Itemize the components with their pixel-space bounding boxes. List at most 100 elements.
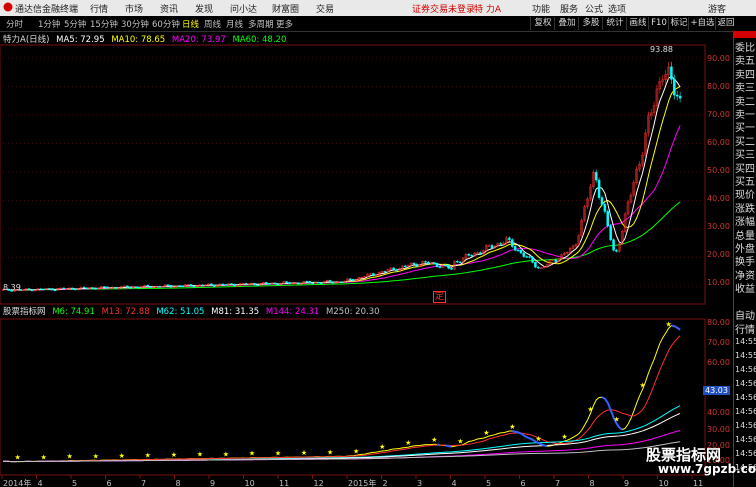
login-status[interactable]: 证券交易未登录	[412, 2, 475, 15]
menu-item[interactable]: 公式	[585, 2, 603, 15]
candle-body	[267, 283, 271, 285]
tick-time: 14:56	[735, 421, 756, 430]
candle-body	[317, 282, 320, 284]
statistics-button[interactable]: 统计	[602, 17, 627, 30]
indicator-down-segment	[529, 437, 533, 441]
indicator-down-segment	[604, 398, 609, 404]
tab-timeframe-active[interactable]: 日线	[182, 18, 199, 30]
tab-timeframe[interactable]: 分时	[6, 18, 23, 30]
menu-item[interactable]: 财富圈	[272, 2, 299, 15]
menu-item[interactable]: 市场	[125, 2, 143, 15]
star-marker: ★	[14, 454, 20, 462]
indicator-down-segment	[601, 396, 606, 400]
x-tick-label: 2015年	[348, 478, 376, 487]
tick-time: 14:56	[735, 379, 756, 388]
menu-item[interactable]: 问小达	[230, 2, 257, 15]
panel-tab[interactable]: 行情	[735, 321, 755, 336]
tab-timeframe[interactable]: 5分钟	[64, 18, 86, 30]
app-title: 通达信金融终端	[15, 5, 79, 15]
tick-time: 14:56	[735, 449, 756, 458]
current-value-badge: 43.03	[703, 386, 730, 395]
menu-item[interactable]: 服务	[560, 2, 578, 15]
x-tick-label: 10	[245, 479, 255, 487]
low-price-marker: 8.39	[3, 283, 21, 292]
panel-tab[interactable]: 自动	[735, 307, 755, 322]
x-tick-label: 6	[107, 479, 112, 487]
back-button[interactable]: 返回	[715, 17, 736, 30]
candle-body	[383, 271, 387, 273]
m62-label: M62: 51.05	[156, 307, 205, 317]
y-tick-label: 60.00	[707, 138, 730, 147]
indicator-down-segment	[615, 422, 621, 429]
candle-body	[94, 287, 97, 290]
tick-time: 14:56	[735, 365, 756, 374]
f10-button[interactable]: F10	[648, 17, 669, 30]
candle-body	[308, 281, 311, 284]
candle-body	[42, 288, 45, 291]
add-favorite-button[interactable]: +自选	[688, 17, 716, 30]
star-marker: ★	[145, 451, 151, 459]
x-tick-label: 12	[314, 479, 324, 487]
candle-body	[134, 286, 138, 288]
candle-body	[285, 281, 288, 283]
candle-body	[528, 256, 531, 258]
candle-body	[62, 287, 66, 290]
candle-body	[615, 249, 618, 252]
menu-item[interactable]: 功能	[532, 2, 550, 15]
fuquan-button[interactable]: 复权	[530, 17, 555, 30]
ind-y-tick-label: 30.00	[707, 425, 730, 434]
star-marker: ★	[249, 450, 255, 458]
draw-line-button[interactable]: 画线	[626, 17, 649, 30]
user-label[interactable]: 游客	[708, 2, 726, 15]
candle-body	[276, 283, 280, 286]
tab-timeframe[interactable]: 1分钟	[38, 18, 60, 30]
candle-body	[273, 282, 277, 285]
indicator-down-segment	[671, 324, 675, 328]
menu-item[interactable]: 发现	[195, 2, 213, 15]
overlay-button[interactable]: 叠加	[554, 17, 579, 30]
star-marker: ★	[561, 433, 567, 441]
menu-item[interactable]: 选项	[608, 2, 626, 15]
tab-timeframe[interactable]: 周线	[204, 18, 221, 30]
high-price-marker: 93.88	[650, 45, 673, 54]
y-tick-label: 10.00	[707, 278, 730, 287]
star-marker: ★	[327, 448, 333, 456]
multi-stock-button[interactable]: 多股	[578, 17, 603, 30]
tab-timeframe[interactable]: 30分钟	[121, 18, 149, 30]
ma20-line	[2, 125, 681, 291]
mark-button[interactable]: 标记	[668, 17, 689, 30]
menu-item[interactable]: 交易	[316, 2, 334, 15]
x-tick-label: 7	[555, 479, 560, 487]
menu-item[interactable]: 资讯	[160, 2, 178, 15]
candle-body	[178, 285, 181, 287]
candle-body	[82, 286, 86, 289]
tab-timeframe[interactable]: 15分钟	[90, 18, 118, 30]
x-tick-label: 9	[624, 479, 629, 487]
x-tick-label: 9	[210, 479, 215, 487]
candle-body	[403, 265, 407, 267]
star-marker: ★	[535, 435, 541, 443]
ind-y-tick-label: 70.00	[707, 338, 730, 347]
tab-timeframe[interactable]: 月线	[226, 18, 243, 30]
candle-body	[395, 269, 398, 271]
tab-timeframe[interactable]: 60分钟	[152, 18, 180, 30]
candle-body	[499, 243, 502, 245]
candle-body	[149, 286, 152, 288]
candle-body	[424, 261, 427, 263]
candle-body	[74, 288, 77, 291]
menu-item[interactable]: 行情	[90, 2, 108, 15]
candle-body	[30, 289, 34, 292]
star-marker: ★	[587, 406, 593, 414]
tab-timeframe[interactable]: 多周期	[248, 18, 274, 30]
candle-body	[609, 225, 612, 240]
indicator-down-segment	[526, 436, 531, 440]
tab-timeframe-more[interactable]: 更多	[276, 18, 293, 30]
indicator-name[interactable]: 股票指标网	[3, 307, 46, 317]
candle-body	[253, 283, 256, 286]
candle-body	[458, 261, 462, 264]
indicator-down-segment	[676, 326, 681, 331]
indicator-down-segment	[436, 443, 441, 447]
star-marker: ★	[666, 320, 672, 328]
event-tag[interactable]: 定	[433, 291, 447, 303]
kline-chart-area[interactable]: ★ ★ ★ ★ ★ ★ ★ ★ ★ ★ ★ ★ ★ ★ ★ ★ ★ ★ ★ ★ ★ ★ ★ ★ ★ ★ 2014年 4 5 6 7 8 9 10…	[0, 31, 733, 487]
